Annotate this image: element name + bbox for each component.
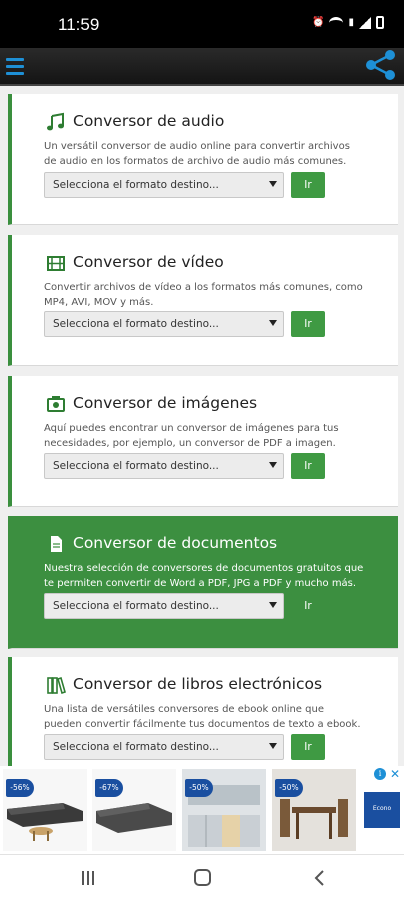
select-placeholder: Selecciona el formato destino... (53, 460, 219, 472)
select-placeholder: Selecciona el formato destino... (53, 318, 219, 330)
go-button[interactable]: Ir (291, 593, 325, 619)
card-audio-converter: Conversor de audio Un versátil conversor… (8, 94, 398, 225)
document-icon (51, 536, 62, 552)
share-icon[interactable] (364, 48, 398, 82)
select-placeholder: Selecciona el formato destino... (53, 741, 219, 753)
advertiser-logo-text: Econo (372, 805, 392, 812)
card-video-converter: Conversor de vídeo Convertir archivos de… (8, 235, 398, 366)
converter-list: Conversor de audio Un versátil conversor… (0, 86, 404, 766)
ad-product[interactable]: -56% (3, 769, 87, 851)
dropdown-arrow-icon (269, 320, 277, 326)
status-time: 11:59 (58, 15, 100, 34)
card-title[interactable]: Conversor de audio (73, 112, 224, 130)
back-icon[interactable] (312, 869, 326, 887)
status-bar: 11:59 ⏰ ▮ (0, 0, 404, 48)
card-ebook-converter: Conversor de libros electrónicos Una lis… (8, 657, 398, 766)
format-select[interactable]: Selecciona el formato destino... (44, 172, 284, 198)
menu-icon[interactable] (6, 54, 24, 76)
wifi-icon (329, 16, 344, 29)
format-select[interactable]: Selecciona el formato destino... (44, 593, 284, 619)
alarm-icon: ⏰ (312, 17, 325, 28)
go-button[interactable]: Ir (291, 311, 325, 337)
discount-badge: -67% (95, 779, 123, 797)
dropdown-arrow-icon (269, 181, 277, 187)
ad-product[interactable]: -67% (92, 769, 176, 851)
system-nav-bar (0, 854, 404, 900)
volte-icon: ▮ (348, 17, 354, 28)
discount-badge: -56% (6, 779, 34, 797)
ad-close-icon[interactable]: ✕ (390, 767, 400, 781)
card-title[interactable]: Conversor de documentos (73, 534, 277, 552)
card-description: Una lista de versátiles conversores de e… (44, 704, 361, 730)
dropdown-arrow-icon (269, 602, 277, 608)
card-document-converter: Conversor de documentos Nuestra selecció… (8, 516, 398, 649)
music-note-icon (47, 112, 64, 131)
card-description: Aquí puedes encontrar un conversor de im… (44, 423, 339, 449)
books-icon (47, 676, 66, 695)
dropdown-arrow-icon (269, 462, 277, 468)
battery-icon (376, 16, 384, 29)
discount-badge: -50% (275, 779, 303, 797)
card-title[interactable]: Conversor de vídeo (73, 253, 224, 271)
select-placeholder: Selecciona el formato destino... (53, 600, 219, 612)
camera-icon (47, 396, 65, 412)
film-icon (47, 256, 65, 271)
format-select[interactable]: Selecciona el formato destino... (44, 311, 284, 337)
select-placeholder: Selecciona el formato destino... (53, 179, 219, 191)
ad-banner[interactable]: -56% -67% -50% -50% i ✕ Econo (0, 766, 404, 854)
card-title[interactable]: Conversor de libros electrónicos (73, 675, 322, 693)
format-select[interactable]: Selecciona el formato destino... (44, 453, 284, 479)
card-image-converter: Conversor de imágenes Aquí puedes encont… (8, 376, 398, 507)
ad-info-icon[interactable]: i (374, 768, 386, 780)
go-button[interactable]: Ir (291, 172, 325, 198)
discount-badge: -50% (185, 779, 213, 797)
card-description: Un versátil conversor de audio online pa… (44, 141, 350, 167)
app-bar (0, 48, 404, 86)
ad-product[interactable]: -50% (182, 769, 266, 851)
card-title[interactable]: Conversor de imágenes (73, 394, 257, 412)
go-button[interactable]: Ir (291, 453, 325, 479)
status-icons: ⏰ ▮ (312, 16, 384, 29)
advertiser-logo[interactable]: Econo (364, 792, 400, 828)
recent-apps-icon[interactable] (82, 870, 98, 886)
format-select[interactable]: Selecciona el formato destino... (44, 734, 284, 760)
signal-icon (359, 16, 371, 29)
dropdown-arrow-icon (269, 743, 277, 749)
go-button[interactable]: Ir (291, 734, 325, 760)
card-description: Convertir archivos de vídeo a los format… (44, 282, 363, 308)
home-icon[interactable] (194, 869, 211, 886)
card-description: Nuestra selección de conversores de docu… (44, 563, 364, 589)
ad-product[interactable]: -50% (272, 769, 356, 851)
